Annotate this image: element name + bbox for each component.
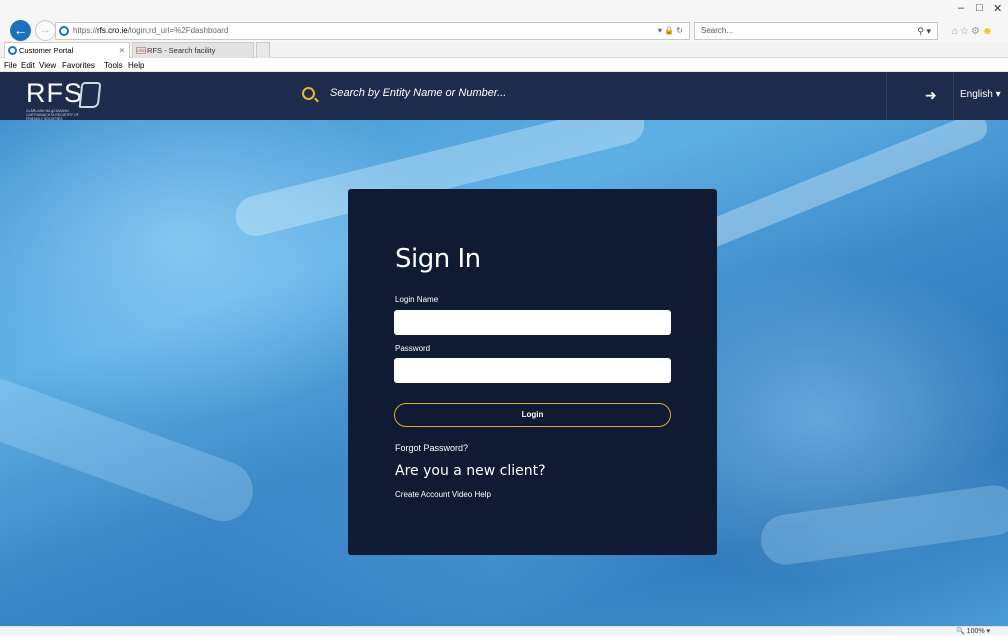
rfs-logo[interactable]: RFS CLÁRLANN NA gCUMANN CARTHANACHTA REG… <box>26 78 102 121</box>
tab-customer-portal[interactable]: Customer Portal ✕ <box>4 42 130 58</box>
new-tab-button[interactable] <box>256 42 270 58</box>
status-bar: 🔍 100% ▾ <box>0 626 1008 635</box>
create-account-video-help-link[interactable]: Create Account Video Help <box>395 490 491 499</box>
harp-icon <box>78 82 102 108</box>
login-button[interactable]: Login <box>394 403 671 427</box>
caret-down-icon: ▾ <box>995 89 1001 100</box>
login-name-field[interactable] <box>394 310 671 335</box>
close-tab-icon[interactable]: ✕ <box>119 43 125 59</box>
menu-help[interactable]: Help <box>128 59 144 72</box>
browser-address-bar: ← → https://rfs.cro.ie/login;rd_url=%2Fd… <box>0 0 1008 42</box>
maximize-icon[interactable]: □ <box>976 2 983 14</box>
url-field[interactable]: https://rfs.cro.ie/login;rd_url=%2Fdashb… <box>55 22 690 40</box>
site-identity-icon <box>59 26 69 36</box>
search-icon[interactable]: ⚲ ▾ <box>917 23 931 39</box>
language-dropdown[interactable]: English ▾ <box>960 89 1001 100</box>
header-login-link[interactable]: ➜ <box>886 72 954 120</box>
gear-icon[interactable]: ⚙ <box>971 26 982 37</box>
favorites-star-icon[interactable]: ☆ <box>960 26 971 37</box>
minimize-icon[interactable]: – <box>958 2 964 14</box>
login-name-label: Login Name <box>395 295 439 304</box>
tab-rfs-search[interactable]: CRO RFS - Search facility <box>132 42 254 58</box>
site-header: RFS CLÁRLANN NA gCUMANN CARTHANACHTA REG… <box>0 72 1008 121</box>
close-window-icon[interactable]: ✕ <box>993 2 1002 15</box>
menu-bar: File Edit View Favorites Tools Help <box>0 59 1008 72</box>
menu-favorites[interactable]: Favorites <box>62 59 95 72</box>
sign-in-card: Sign In Login Name Password Login Forgot… <box>348 189 717 555</box>
sign-in-icon[interactable]: ➜ <box>925 87 937 104</box>
lock-refresh-icons[interactable]: ▾ 🔒 ↻ <box>658 23 683 39</box>
cro-favicon-icon: CRO <box>136 47 146 54</box>
home-icon[interactable]: ⌂ <box>952 26 960 37</box>
feedback-smiley-icon[interactable]: ☻ <box>982 26 995 37</box>
password-label: Password <box>395 344 431 353</box>
forgot-password-link[interactable]: Forgot Password? <box>395 443 468 453</box>
tab-bar: Customer Portal ✕ CRO RFS - Search facil… <box>0 42 1008 58</box>
search-icon[interactable] <box>302 87 315 100</box>
url-text: https://rfs.cro.ie/login;rd_url=%2Fdashb… <box>73 26 229 35</box>
forward-button[interactable]: → <box>35 20 56 41</box>
new-client-heading: Are you a new client? <box>395 463 546 479</box>
password-field[interactable] <box>394 358 671 383</box>
menu-view[interactable]: View <box>39 59 56 72</box>
back-button[interactable]: ← <box>10 20 31 41</box>
menu-tools[interactable]: Tools <box>104 59 123 72</box>
menu-edit[interactable]: Edit <box>21 59 35 72</box>
sign-in-title: Sign In <box>395 244 481 274</box>
toolbar-icons: ⌂☆⚙☻ <box>952 26 995 37</box>
menu-file[interactable]: File <box>4 59 17 72</box>
entity-search-placeholder[interactable]: Search by Entity Name or Number... <box>330 87 506 99</box>
browser-search-field[interactable]: Search... ⚲ ▾ <box>694 22 938 40</box>
ie-tab-icon <box>8 46 17 55</box>
